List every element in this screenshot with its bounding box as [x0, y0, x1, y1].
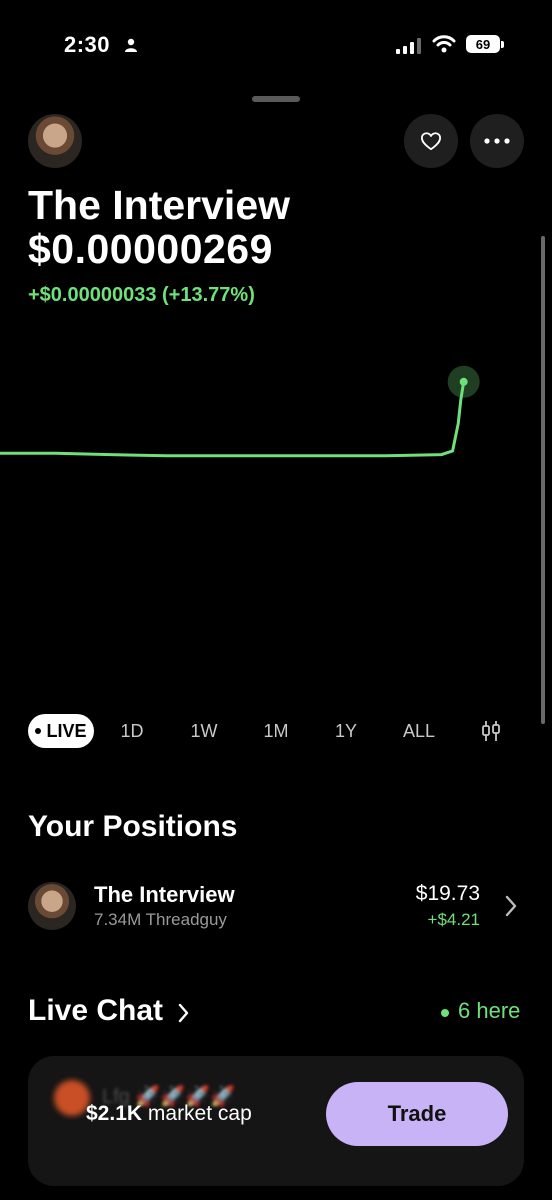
chevron-right-icon[interactable] — [504, 894, 518, 918]
range-live-button[interactable]: LIVE — [28, 714, 94, 748]
chat-preview-avatar — [54, 1080, 90, 1116]
last-point-marker — [459, 377, 468, 386]
battery-icon: 69 — [466, 35, 500, 53]
coin-price: $0.00000269 — [28, 226, 273, 272]
trade-button[interactable]: Trade — [326, 1082, 508, 1146]
live-chat-title[interactable]: Live Chat — [28, 994, 163, 1028]
chevron-right-icon[interactable] — [178, 1002, 190, 1024]
position-avatar[interactable] — [28, 882, 76, 930]
range-1d-button[interactable]: 1D — [112, 714, 152, 748]
range-live-label: LIVE — [46, 720, 87, 741]
sheet-grabber[interactable] — [252, 96, 300, 102]
range-all-button[interactable]: ALL — [396, 714, 442, 748]
live-dot-icon — [35, 728, 42, 734]
battery-cap — [501, 41, 504, 48]
coin-name: The Interview — [28, 182, 291, 228]
positions-title: Your Positions — [28, 810, 238, 843]
candlestick-icon — [482, 721, 500, 741]
price-change: +$0.00000033 (+13.77%) — [28, 284, 255, 306]
market-cap-label: market cap — [147, 1102, 252, 1125]
heart-icon — [420, 132, 441, 151]
candlestick-toggle-button[interactable] — [476, 714, 506, 748]
signal-icon — [396, 38, 421, 54]
person-icon — [125, 38, 137, 52]
range-1w-button[interactable]: 1W — [184, 714, 224, 748]
favorite-button[interactable] — [404, 114, 458, 168]
more-icon — [484, 138, 510, 144]
range-1y-button[interactable]: 1Y — [326, 714, 366, 748]
wifi-icon — [432, 35, 456, 53]
price-line — [0, 380, 466, 458]
online-dot-icon — [441, 1009, 449, 1017]
chat-here-count: 6 here — [458, 998, 521, 1023]
price-chart[interactable] — [0, 330, 552, 700]
market-cap-value: $2.1K — [86, 1102, 143, 1125]
position-value: $19.73 — [415, 882, 480, 905]
scrollbar[interactable] — [541, 236, 545, 724]
status-time: 2:30 — [64, 32, 111, 57]
position-subtitle: 7.34M Threadguy — [94, 910, 227, 929]
bottom-trade-bar: Lfg 🚀🚀🚀🚀 $2.1K market cap Trade — [28, 1056, 524, 1186]
more-button[interactable] — [470, 114, 524, 168]
range-1m-button[interactable]: 1M — [256, 714, 296, 748]
market-cap: $2.1K market cap — [86, 1102, 252, 1126]
position-gain: +$4.21 — [427, 910, 480, 929]
position-name[interactable]: The Interview — [94, 882, 235, 908]
coin-avatar — [28, 114, 82, 168]
